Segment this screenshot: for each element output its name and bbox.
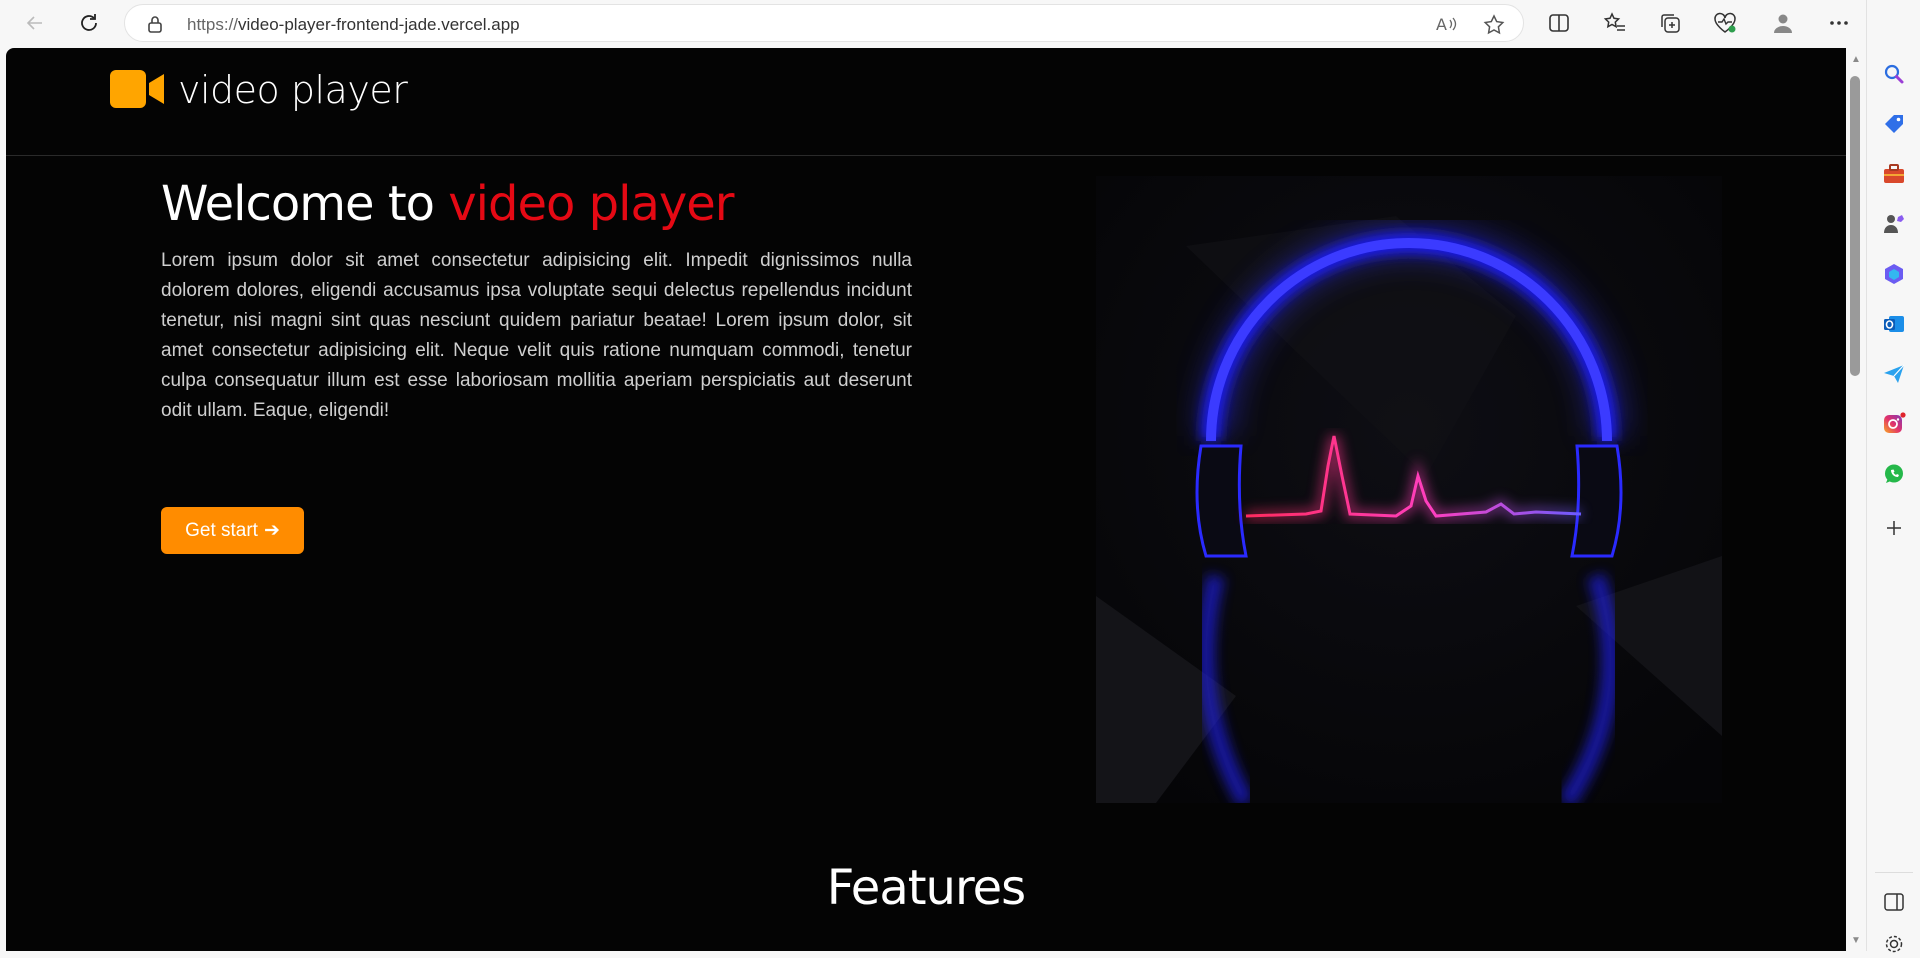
hero-paragraph: Lorem ipsum dolor sit amet consectetur a… (161, 250, 912, 421)
instagram-icon[interactable] (1880, 410, 1908, 438)
scroll-thumb[interactable] (1850, 76, 1860, 376)
video-camera-icon[interactable] (110, 70, 164, 113)
svg-text:A: A (1436, 15, 1447, 34)
sidebar-divider (1875, 872, 1913, 873)
get-start-label: Get start (185, 519, 258, 541)
add-icon[interactable] (1880, 514, 1908, 542)
outlook-icon[interactable] (1880, 310, 1908, 338)
logo-text[interactable]: video player (178, 68, 408, 112)
favorites-icon[interactable] (1600, 8, 1630, 38)
more-icon[interactable] (1824, 8, 1854, 38)
hero-title-accent: video player (448, 176, 734, 232)
page-scrollbar[interactable]: ▲ ▼ (1846, 48, 1866, 951)
star-icon[interactable] (1483, 14, 1505, 41)
tools-icon[interactable] (1880, 160, 1908, 188)
site-header: video player (6, 48, 1846, 156)
read-aloud-icon[interactable]: A (1435, 14, 1457, 39)
page-viewport: video player Welcome to video player Lor… (6, 48, 1846, 951)
split-screen-icon[interactable] (1544, 8, 1574, 38)
search-icon[interactable] (1880, 60, 1908, 88)
scroll-down-arrow-icon[interactable]: ▼ (1850, 935, 1862, 947)
hide-sidebar-icon[interactable] (1880, 888, 1908, 916)
url-text[interactable]: https://video-player-frontend-jade.verce… (187, 15, 520, 35)
send-icon[interactable] (1880, 360, 1908, 388)
back-arrow-icon[interactable] (20, 8, 50, 38)
refresh-icon[interactable] (74, 8, 104, 38)
collections-icon[interactable] (1655, 8, 1685, 38)
hero-title: Welcome to video player (161, 176, 735, 232)
lock-icon[interactable] (147, 15, 163, 38)
get-start-button[interactable]: Get start ➔ (161, 507, 304, 554)
microsoft-365-icon[interactable] (1880, 260, 1908, 288)
browser-sidebar (1866, 0, 1920, 953)
url-host: video-player-frontend-jade.vercel.app (238, 15, 520, 34)
hero-title-prefix: Welcome to (161, 176, 449, 232)
games-icon[interactable] (1880, 210, 1908, 238)
arrow-right-icon: ➔ (263, 520, 280, 541)
profile-icon[interactable] (1768, 8, 1798, 38)
url-protocol: https:// (187, 15, 239, 34)
shopping-tag-icon[interactable] (1880, 110, 1908, 138)
headphones-illustration (1096, 176, 1722, 808)
browser-toolbar: https://video-player-frontend-jade.verce… (0, 0, 1920, 46)
settings-icon[interactable] (1880, 930, 1908, 958)
features-heading: Features (826, 860, 1026, 916)
whatsapp-icon[interactable] (1880, 460, 1908, 488)
address-bar[interactable]: https://video-player-frontend-jade.verce… (124, 4, 1524, 42)
scroll-up-arrow-icon[interactable]: ▲ (1850, 54, 1862, 66)
heart-pulse-icon[interactable] (1710, 8, 1740, 38)
